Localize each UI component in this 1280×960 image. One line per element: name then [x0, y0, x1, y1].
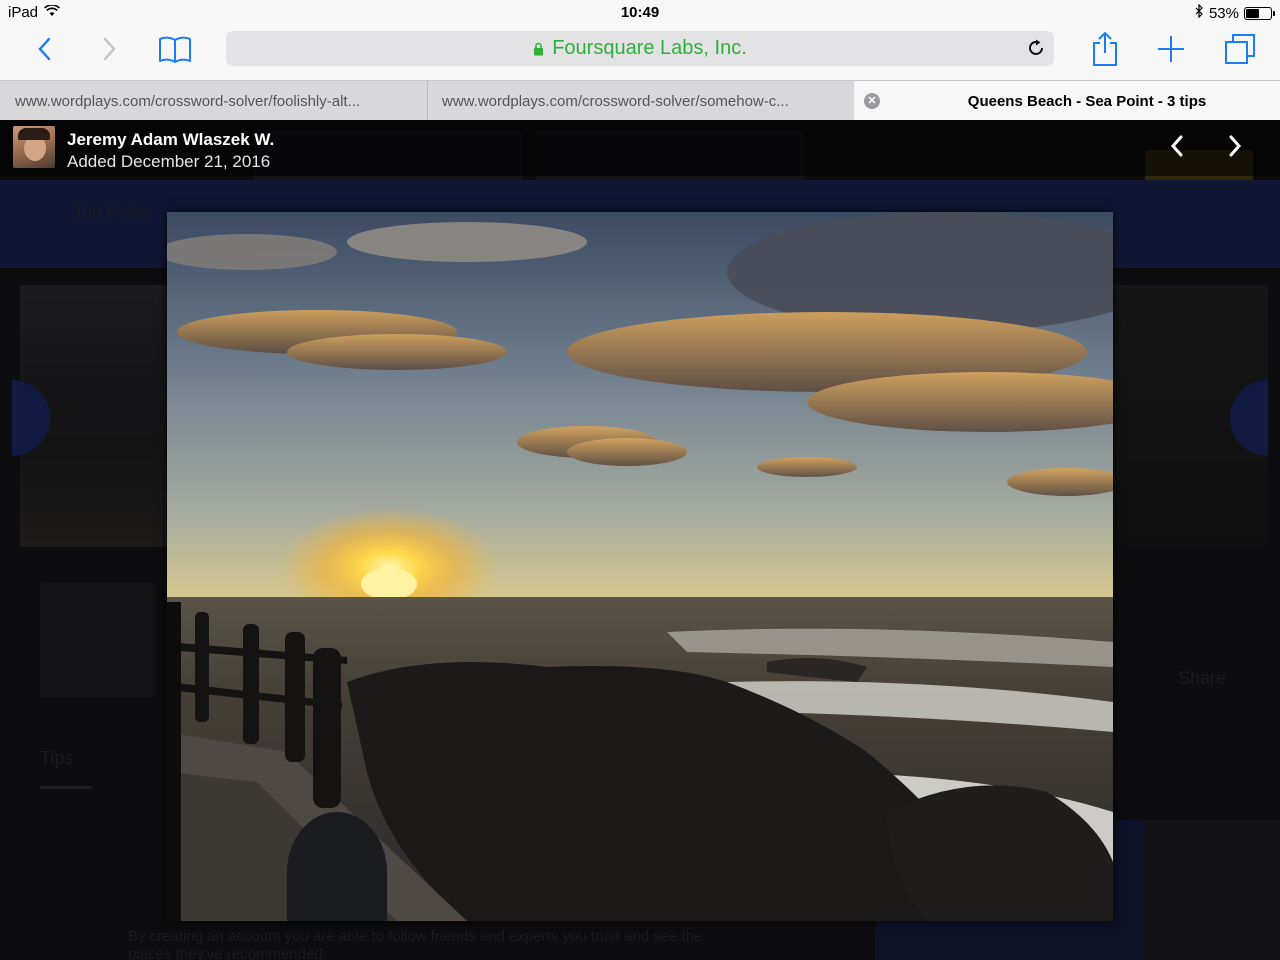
bluetooth-icon	[1194, 3, 1204, 22]
photo-viewer: Top Picks Tips Share By creating an acco…	[0, 120, 1280, 960]
previous-photo-button[interactable]	[1162, 130, 1192, 162]
avatar[interactable]	[13, 126, 55, 168]
plus-icon	[1158, 36, 1184, 62]
tab-1[interactable]: www.wordplays.com/crossword-solver/fooli…	[0, 81, 428, 121]
new-tab-button[interactable]	[1154, 26, 1188, 72]
next-photo-button[interactable]	[1220, 130, 1250, 162]
status-time: 10:49	[620, 4, 660, 21]
battery-percent: 53%	[1208, 4, 1239, 22]
reload-icon[interactable]	[1026, 38, 1046, 63]
bookmarks-button[interactable]	[154, 26, 196, 72]
share-button[interactable]	[1088, 26, 1122, 72]
avatar-hair	[18, 128, 50, 140]
tab-bar: www.wordplays.com/crossword-solver/fooli…	[0, 80, 1280, 121]
share-icon	[1093, 31, 1117, 66]
tab-title: Queens Beach - Sea Point - 3 tips	[967, 92, 1207, 110]
photo-date: Added December 21, 2016	[67, 152, 271, 171]
browser-toolbar: Foursquare Labs, Inc.	[0, 26, 1280, 80]
sunset-photo	[167, 212, 1113, 921]
viewer-header: Jeremy Adam Wlaszek W. Added December 21…	[0, 120, 1280, 176]
back-button[interactable]	[28, 26, 60, 72]
site-name: Foursquare Labs, Inc.	[552, 37, 747, 59]
close-tab-icon[interactable]: ✕	[864, 93, 880, 109]
tab-title: www.wordplays.com/crossword-solver/someh…	[442, 92, 789, 110]
book-icon	[159, 36, 191, 63]
chevron-left-icon	[1170, 135, 1183, 157]
tab-2[interactable]: www.wordplays.com/crossword-solver/someh…	[428, 81, 854, 121]
lock-icon	[534, 42, 544, 55]
chevron-left-icon	[38, 37, 51, 61]
status-bar: iPad 10:49 53%	[0, 0, 1280, 26]
chevron-right-icon	[103, 37, 116, 61]
tab-active[interactable]: ✕ Queens Beach - Sea Point - 3 tips	[854, 81, 1280, 121]
address-bar[interactable]: Foursquare Labs, Inc.	[226, 31, 1054, 66]
tabs-overview-button[interactable]	[1222, 26, 1258, 72]
chevron-right-icon	[1229, 135, 1242, 157]
user-name[interactable]: Jeremy Adam Wlaszek W.	[67, 130, 274, 150]
battery-icon	[1244, 6, 1275, 20]
tab-title: www.wordplays.com/crossword-solver/fooli…	[15, 92, 361, 110]
tabs-icon	[1225, 34, 1255, 64]
forward-button[interactable]	[94, 26, 126, 72]
